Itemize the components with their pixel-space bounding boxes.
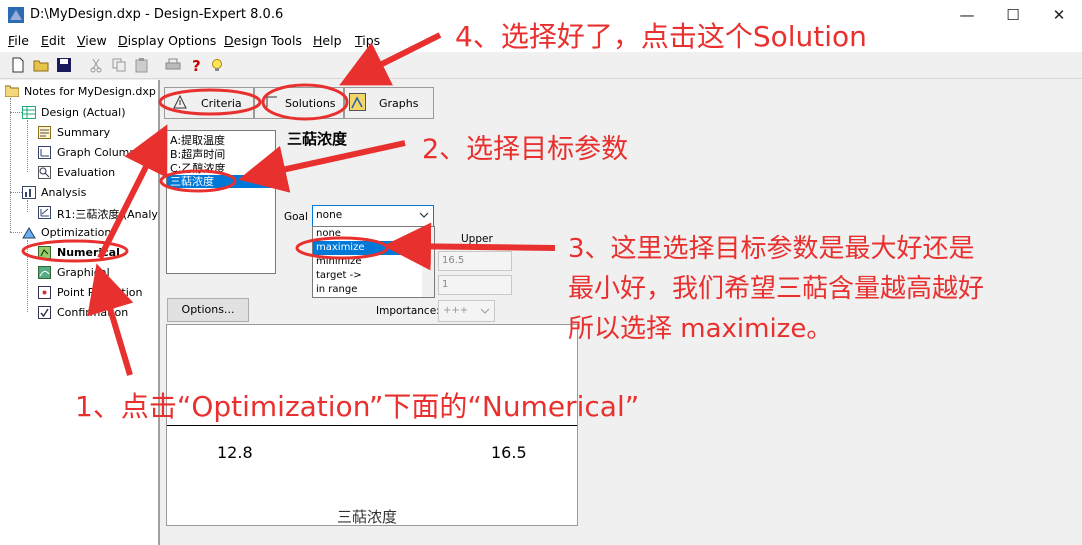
importance-value: +++ bbox=[443, 305, 469, 316]
plot-upper-value: 16.5 bbox=[491, 443, 527, 462]
importance-label: Importance: bbox=[376, 305, 440, 317]
tree-item-evaluation[interactable]: Evaluation bbox=[57, 166, 115, 179]
options-button[interactable]: Options... bbox=[167, 298, 249, 322]
tree-item-graph-columns[interactable]: Graph Columns bbox=[57, 146, 142, 159]
maximize-button[interactable]: ☐ bbox=[990, 0, 1036, 30]
goal-select[interactable]: none bbox=[312, 205, 434, 227]
tree-item-optimization[interactable]: Optimization bbox=[41, 226, 111, 239]
evaluation-icon bbox=[38, 166, 51, 179]
response-listbox[interactable]: A:提取温度 B:超声时间 C:乙醇浓度 三萜浓度 bbox=[166, 130, 276, 274]
tab-solutions[interactable]: Solutions bbox=[254, 87, 344, 119]
open-folder-icon[interactable] bbox=[33, 57, 49, 73]
upper-limit-label: Upper bbox=[461, 233, 493, 245]
menu-tips[interactable]: Tips bbox=[355, 33, 380, 48]
plot-axis-line bbox=[167, 425, 577, 426]
optimization-icon bbox=[22, 227, 36, 239]
window-title: D:\MyDesign.dxp - Design-Expert 8.0.6 bbox=[30, 7, 284, 22]
annotation-step-2: 2、选择目标参数 bbox=[422, 134, 629, 165]
upper-limit-value: 16.5 bbox=[442, 255, 465, 266]
goal-option-maximize[interactable]: maximize bbox=[316, 241, 365, 255]
toolbar: ? bbox=[0, 52, 1082, 79]
goal-option-in-range[interactable]: in range bbox=[316, 283, 357, 297]
parameter-title: 三萜浓度 bbox=[287, 130, 348, 148]
minimize-button[interactable]: — bbox=[944, 0, 990, 30]
annotation-step-3-line-3: 所以选择 maximize。 bbox=[568, 314, 833, 344]
list-item[interactable]: C:乙醇浓度 bbox=[170, 162, 225, 175]
tab-graphs[interactable]: Graphs bbox=[344, 87, 434, 119]
annotation-step-4: 4、选择好了，点击这个Solution bbox=[455, 20, 867, 53]
tree-item-confirmation[interactable]: Confirmation bbox=[57, 306, 128, 319]
tree-item-summary[interactable]: Summary bbox=[57, 126, 110, 139]
graph-columns-icon bbox=[38, 146, 51, 159]
summary-icon bbox=[38, 126, 51, 139]
tab-criteria[interactable]: Criteria bbox=[164, 87, 254, 119]
chevron-down-icon bbox=[480, 308, 490, 314]
menu-display-options[interactable]: Display Options bbox=[118, 33, 216, 48]
menu-help[interactable]: Help bbox=[313, 33, 342, 48]
tab-graphs-label: Graphs bbox=[379, 97, 419, 110]
goal-plot: 12.8 16.5 三萜浓度 bbox=[166, 324, 578, 526]
annotation-step-3-line-2: 最小好，我们希望三萜含量越高越好 bbox=[568, 274, 985, 304]
list-item[interactable]: A:提取温度 bbox=[170, 134, 225, 147]
close-button[interactable]: ✕ bbox=[1036, 0, 1082, 30]
confirmation-icon bbox=[38, 306, 51, 319]
plot-lower-value: 12.8 bbox=[217, 443, 253, 462]
goal-dropdown-list[interactable]: none maximize minimize target -> in rang… bbox=[312, 226, 435, 298]
graphs-icon bbox=[349, 93, 366, 111]
tree-item-point-prediction[interactable]: Point Prediction bbox=[57, 286, 142, 299]
cut-icon[interactable] bbox=[88, 57, 104, 73]
svg-text:?: ? bbox=[192, 57, 201, 73]
tree-item-design[interactable]: Design (Actual) bbox=[41, 106, 126, 119]
annotation-step-1: 1、点击“Optimization”下面的“Numerical” bbox=[75, 390, 640, 423]
dropdown-scrollbar[interactable] bbox=[422, 227, 434, 297]
point-prediction-icon bbox=[38, 286, 51, 299]
solutions-icon bbox=[266, 96, 277, 107]
tree-item-analysis[interactable]: Analysis bbox=[41, 186, 86, 199]
goal-option-target[interactable]: target -> bbox=[316, 269, 362, 283]
tab-solutions-label: Solutions bbox=[285, 97, 336, 110]
tab-criteria-label: Criteria bbox=[201, 97, 242, 110]
chevron-down-icon bbox=[419, 212, 429, 218]
menu-file[interactable]: File bbox=[8, 33, 29, 48]
menu-edit[interactable]: Edit bbox=[41, 33, 65, 48]
copy-icon[interactable] bbox=[111, 57, 127, 73]
graphical-icon bbox=[38, 266, 51, 279]
design-grid-icon bbox=[22, 106, 36, 119]
navigation-tree: Notes for MyDesign.dxp Design (Actual) S… bbox=[0, 80, 160, 545]
list-item-selected[interactable]: 三萜浓度 bbox=[170, 175, 214, 188]
criteria-icon bbox=[173, 95, 187, 109]
tree-item-notes[interactable]: Notes for MyDesign.dxp bbox=[24, 85, 156, 98]
annotation-step-3-line-1: 3、这里选择目标参数是最大好还是 bbox=[568, 234, 975, 264]
paste-icon[interactable] bbox=[134, 57, 150, 73]
list-item[interactable]: B:超声时间 bbox=[170, 148, 225, 161]
upper-limit-field[interactable]: 16.5 bbox=[438, 251, 512, 271]
print-icon[interactable] bbox=[165, 57, 181, 73]
goal-label: Goal bbox=[284, 211, 308, 223]
menu-design-tools[interactable]: Design Tools bbox=[224, 33, 302, 48]
importance-select[interactable]: +++ bbox=[438, 300, 495, 322]
analysis-icon bbox=[22, 186, 36, 199]
new-file-icon[interactable] bbox=[10, 57, 26, 73]
goal-selected-value: none bbox=[316, 209, 343, 221]
tree-item-r1-response[interactable]: R1:三萜浓度 (Analy bbox=[57, 206, 158, 222]
plot-response-label: 三萜浓度 bbox=[337, 508, 398, 526]
notes-folder-icon bbox=[5, 85, 19, 97]
tree-item-graphical[interactable]: Graphical bbox=[57, 266, 110, 279]
help-question-icon[interactable]: ? bbox=[188, 57, 204, 73]
goal-option-none[interactable]: none bbox=[316, 227, 341, 241]
numerical-icon bbox=[38, 246, 51, 259]
tree-item-numerical[interactable]: Numerical bbox=[57, 246, 120, 259]
lightbulb-tip-icon[interactable] bbox=[209, 57, 225, 73]
goal-option-minimize[interactable]: minimize bbox=[316, 255, 362, 269]
upper-weight-field[interactable]: 1 bbox=[438, 275, 512, 295]
response-r1-icon bbox=[38, 206, 51, 219]
app-logo-icon bbox=[8, 7, 24, 23]
menu-view[interactable]: View bbox=[77, 33, 107, 48]
save-icon[interactable] bbox=[56, 57, 72, 73]
upper-weight-value: 1 bbox=[442, 279, 449, 290]
